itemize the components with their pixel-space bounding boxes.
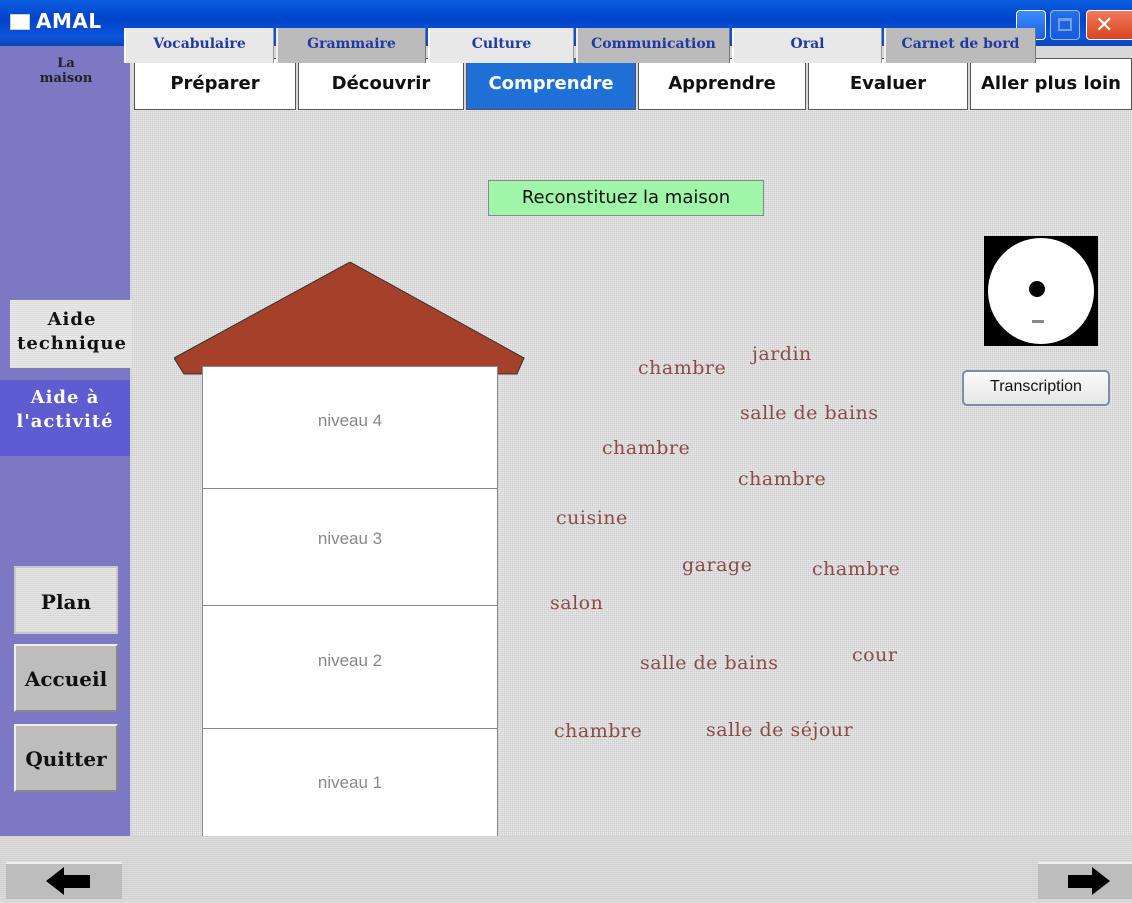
quitter-button[interactable]: Quitter — [14, 724, 118, 792]
tab-comprendre[interactable]: Comprendre — [466, 58, 636, 110]
tab-apprendre[interactable]: Apprendre — [638, 58, 806, 110]
plan-button[interactable]: Plan — [14, 566, 118, 634]
tab-preparer[interactable]: Préparer — [134, 58, 296, 110]
nav-vocabulaire[interactable]: Vocabulaire — [124, 28, 274, 63]
accueil-button[interactable]: Accueil — [14, 644, 118, 712]
word-salon[interactable]: salon — [550, 592, 603, 614]
tab-aller-plus-loin[interactable]: Aller plus loin — [970, 58, 1132, 110]
level-1-slot[interactable]: niveau 1 — [203, 773, 497, 793]
level-3-slot[interactable]: niveau 3 — [203, 529, 497, 549]
level-2-slot[interactable]: niveau 2 — [203, 651, 497, 671]
audio-cd-button[interactable] — [984, 236, 1098, 346]
word-chambre[interactable]: chambre — [812, 558, 900, 580]
cd-label — [1032, 320, 1044, 323]
word-salle-de-bains[interactable]: salle de bains — [740, 402, 879, 424]
section-label: La maison — [0, 56, 132, 86]
word-garage[interactable]: garage — [682, 554, 752, 576]
word-jardin[interactable]: jardin — [752, 343, 812, 365]
maximize-icon — [1058, 18, 1072, 31]
house-drop-area: niveau 4 niveau 3 niveau 2 niveau 1 — [202, 366, 498, 848]
word-chambre[interactable]: chambre — [554, 720, 642, 742]
window-title: AMAL — [36, 9, 102, 33]
nav-oral[interactable]: Oral — [732, 28, 882, 63]
word-chambre[interactable]: chambre — [638, 357, 726, 379]
section-label-text: La maison — [39, 56, 93, 86]
word-chambre[interactable]: chambre — [602, 437, 690, 459]
instruction-label: Reconstituez la maison — [488, 180, 764, 216]
aide-activite-label: Aide à l'activité — [16, 387, 114, 432]
prev-button[interactable] — [6, 862, 122, 899]
arrow-left-icon — [46, 867, 90, 895]
cd-hole — [1029, 281, 1045, 297]
tab-bar: Préparer Découvrir Comprendre Apprendre … — [130, 58, 1132, 110]
close-icon: ✕ — [1095, 13, 1114, 38]
close-button[interactable]: ✕ — [1086, 10, 1132, 40]
aide-technique-button[interactable]: Aide technique — [10, 300, 134, 368]
word-salle-de-bains[interactable]: salle de bains — [640, 652, 779, 674]
aide-activite-button[interactable]: Aide à l'activité — [0, 380, 130, 456]
next-button[interactable] — [1038, 862, 1132, 899]
word-cuisine[interactable]: cuisine — [556, 507, 628, 529]
nav-culture[interactable]: Culture — [428, 28, 574, 63]
nav-grammaire[interactable]: Grammaire — [276, 28, 426, 63]
roof-shape — [174, 262, 525, 375]
level-divider — [203, 728, 497, 729]
nav-communication[interactable]: Communication — [576, 28, 730, 63]
maximize-button[interactable] — [1050, 10, 1080, 40]
level-divider — [203, 605, 497, 606]
word-salle-de-sejour[interactable]: salle de séjour — [706, 719, 853, 741]
transcription-button[interactable]: Transcription — [962, 370, 1110, 406]
tab-evaluer[interactable]: Evaluer — [808, 58, 968, 110]
nav-carnet-de-bord[interactable]: Carnet de bord — [884, 28, 1036, 63]
level-divider — [203, 488, 497, 489]
arrow-right-icon — [1068, 867, 1110, 895]
aide-technique-label: Aide technique — [17, 309, 127, 354]
level-4-slot[interactable]: niveau 4 — [203, 411, 497, 431]
word-chambre[interactable]: chambre — [738, 468, 826, 490]
app-icon — [10, 14, 30, 30]
bottom-bar — [0, 836, 1132, 899]
word-cour[interactable]: cour — [852, 644, 897, 666]
tab-decouvrir[interactable]: Découvrir — [298, 58, 464, 110]
